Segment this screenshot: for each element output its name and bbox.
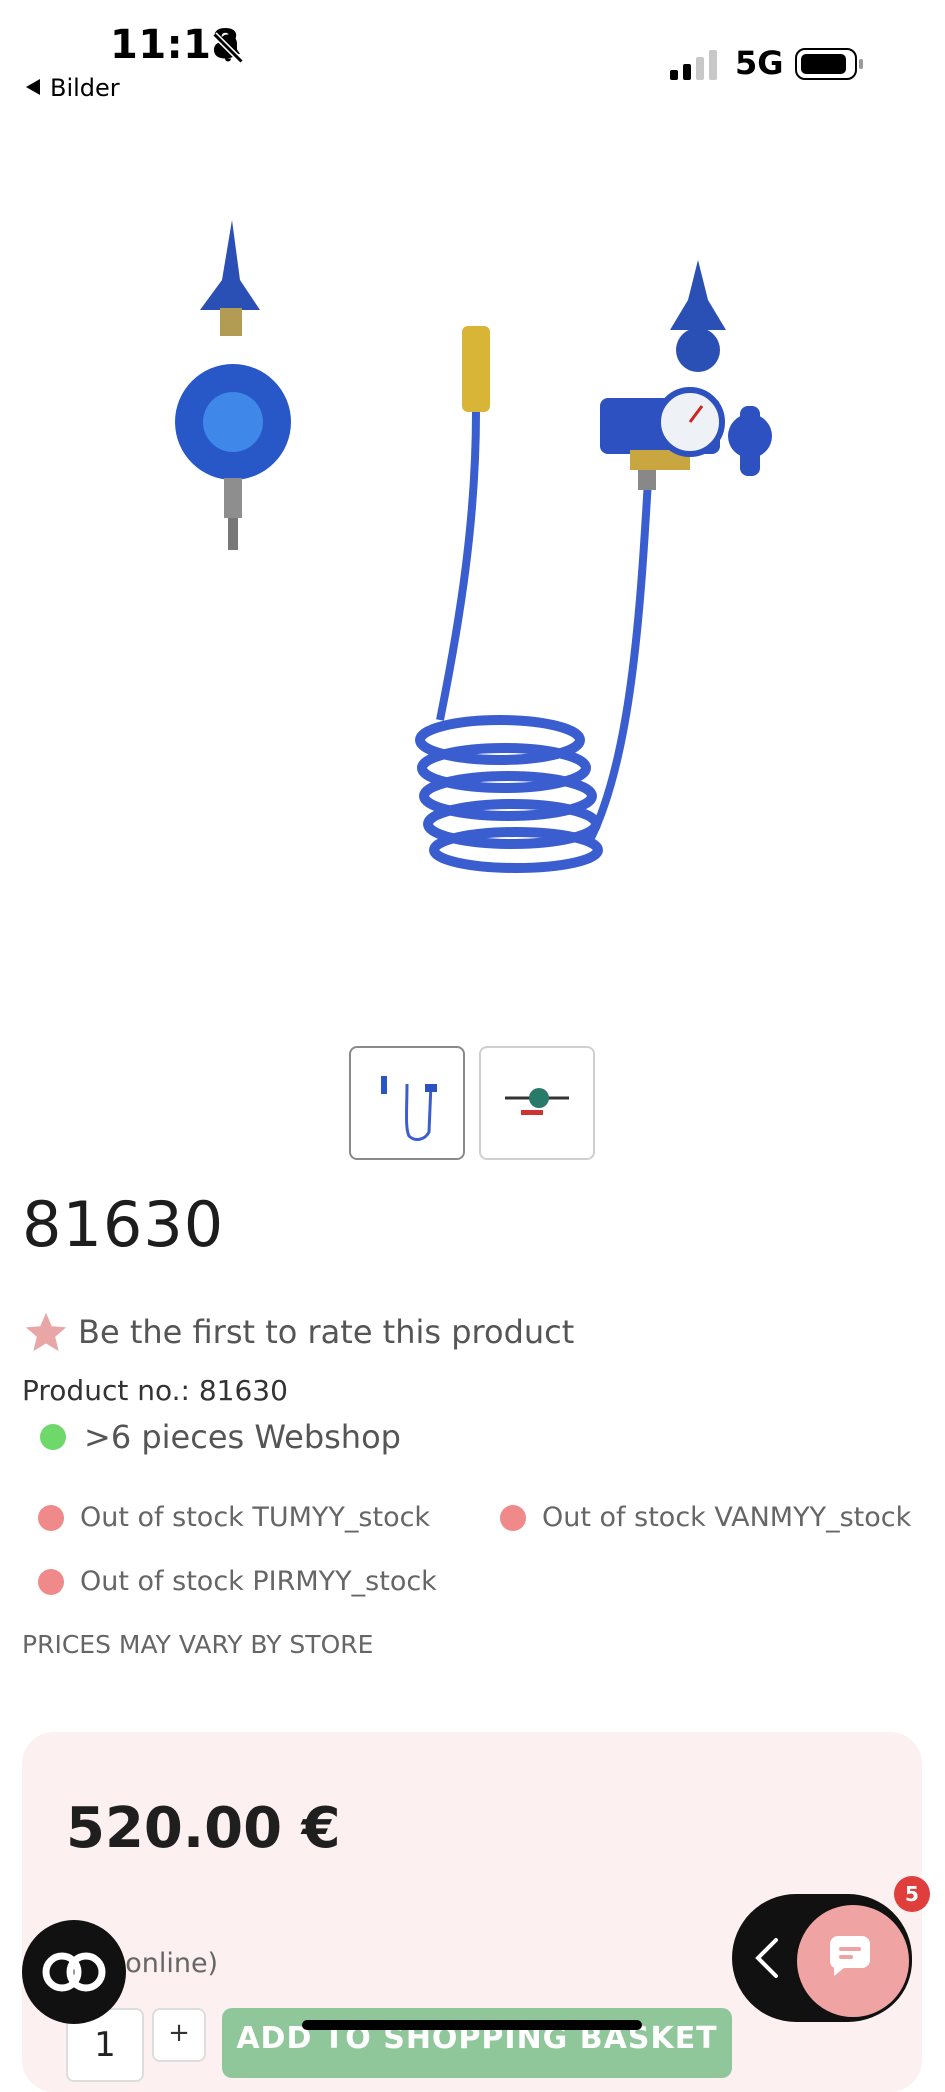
product-image[interactable] [90, 200, 850, 960]
signal-icon [670, 50, 717, 80]
price: 520.00 € [66, 1796, 341, 1861]
bell-muted-icon [212, 32, 244, 64]
store-stock-text: Out of stock VANMYY_stock [542, 1502, 912, 1533]
store-stock-text: Out of stock PIRMYY_stock [80, 1566, 437, 1597]
gauge-assembly [600, 260, 772, 490]
rating-text: Be the first to rate this product [78, 1313, 575, 1351]
price-notice: PRICES MAY VARY BY STORE [22, 1630, 374, 1659]
product-number: Product no.: 81630 [22, 1374, 288, 1407]
thumbnail-image [381, 1076, 437, 1141]
webshop-stock-text: >6 pieces Webshop [84, 1418, 401, 1456]
back-triangle-icon [26, 79, 40, 95]
star-icon [25, 1312, 67, 1352]
webshop-stock: >6 pieces Webshop [22, 1418, 401, 1456]
thumbnail-2[interactable] [479, 1046, 595, 1160]
out-of-stock-dot-icon [38, 1568, 64, 1595]
notification-badge: 5 [894, 1876, 930, 1912]
thumbnail-image [505, 1088, 569, 1115]
store-stock: Out of stock PIRMYY_stock [22, 1566, 437, 1597]
quantity-plus-button[interactable]: + [152, 2008, 206, 2062]
out-of-stock-dot-icon [500, 1504, 526, 1531]
home-indicator [302, 2020, 642, 2030]
chat-icon [829, 1936, 870, 1976]
thumbnail-1[interactable] [349, 1046, 465, 1160]
chevron-left-icon[interactable] [752, 1936, 782, 1980]
add-to-basket-button[interactable]: ADD TO SHOPPING BASKET [222, 2008, 732, 2078]
store-stock-text: Out of stock TUMYY_stock [80, 1502, 431, 1533]
rating-link[interactable]: Be the first to rate this product [22, 1310, 574, 1354]
store-stock: Out of stock VANMYY_stock [484, 1502, 911, 1533]
out-of-stock-dot-icon [38, 1504, 64, 1531]
in-stock-dot-icon [40, 1424, 66, 1450]
regulator-part [175, 220, 291, 550]
store-stock: Out of stock TUMYY_stock [22, 1502, 430, 1533]
accessibility-icon [42, 1952, 106, 1992]
network-type: 5G [735, 44, 784, 82]
back-to-app[interactable]: Bilder [26, 74, 120, 102]
back-label: Bilder [50, 74, 120, 102]
accessibility-button[interactable] [22, 1920, 126, 2024]
product-title: 81630 [22, 1188, 225, 1261]
battery-icon [795, 48, 863, 80]
